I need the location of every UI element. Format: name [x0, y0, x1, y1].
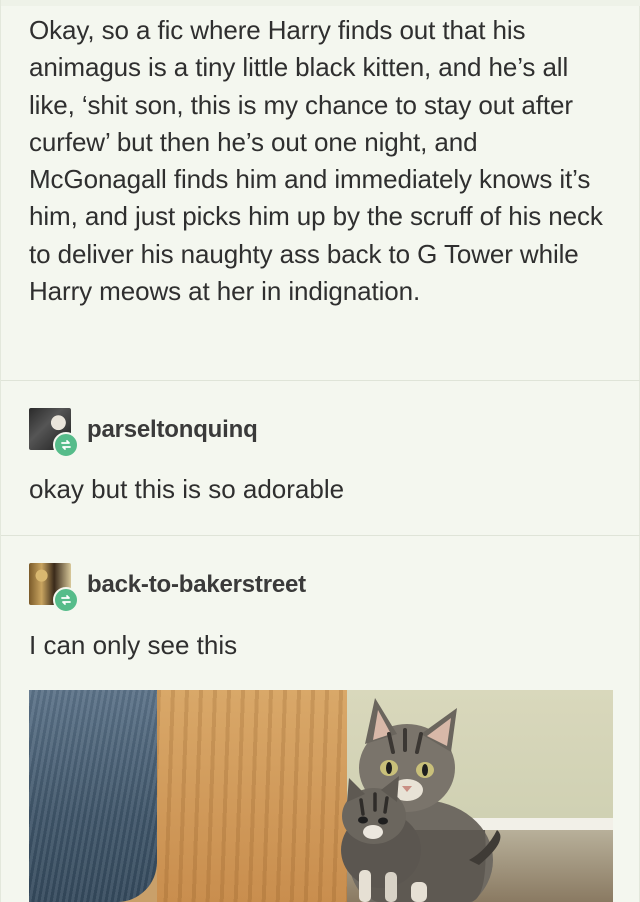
reblog-comment: okay but this is so adorable	[29, 474, 345, 504]
top-edge	[1, 0, 640, 6]
reblog-comment: I can only see this	[29, 630, 238, 660]
divider	[1, 380, 640, 381]
reblog-header: parseltonquinq	[29, 408, 258, 458]
tumblr-post: Okay, so a fic where Harry finds out tha…	[0, 0, 640, 902]
avatar-container[interactable]	[29, 408, 79, 458]
cat-gif-image[interactable]	[29, 690, 613, 902]
reblog-header: back-to-bakerstreet	[29, 563, 306, 613]
cats-illustration	[341, 698, 501, 902]
divider	[1, 535, 640, 536]
original-post-text: Okay, so a fic where Harry finds out tha…	[29, 15, 603, 307]
reblog-icon	[53, 587, 79, 613]
reblog-icon	[53, 432, 79, 458]
reblog-username[interactable]: back-to-bakerstreet	[87, 571, 306, 599]
avatar-container[interactable]	[29, 563, 79, 613]
reblog-username[interactable]: parseltonquinq	[87, 416, 258, 444]
